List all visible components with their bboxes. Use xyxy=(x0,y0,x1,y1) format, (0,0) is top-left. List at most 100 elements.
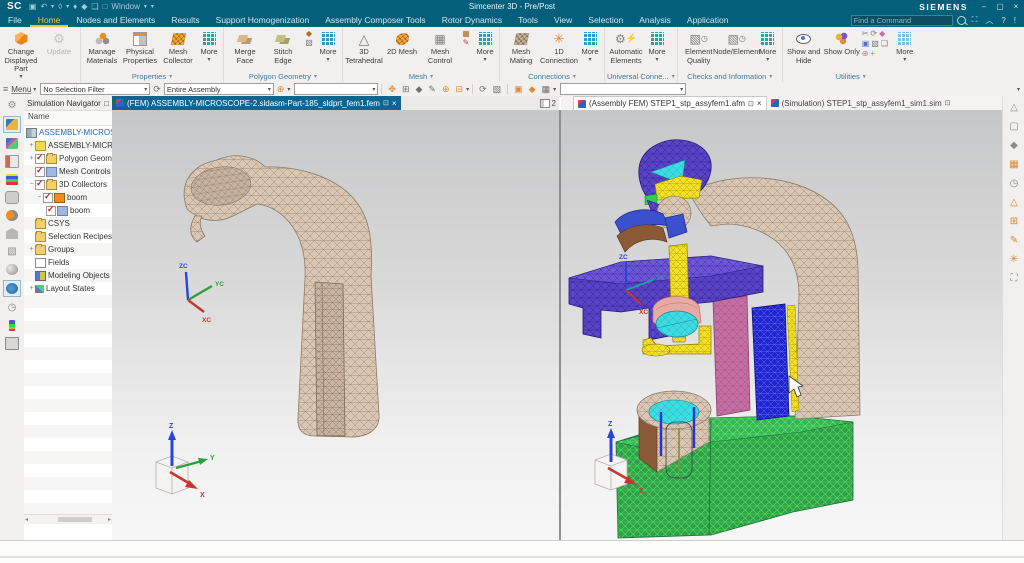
repeat-command-icon[interactable]: ◊ xyxy=(58,3,62,11)
select-handle-icon[interactable]: ✥ xyxy=(385,85,399,94)
dialog-launcher-icon[interactable]: ▾ xyxy=(769,73,772,80)
manage-materials-button[interactable]: Manage Materials xyxy=(83,28,121,65)
navigator-column-header[interactable]: Name xyxy=(24,111,112,126)
show-and-hide-button[interactable]: Show and Hide xyxy=(785,28,823,65)
motion-icon[interactable] xyxy=(4,208,20,223)
checks-more-button[interactable]: More▾ xyxy=(756,28,780,64)
utility-icon-add-arrow[interactable]: + xyxy=(870,50,875,58)
repeat-chevron-icon[interactable]: ▾ xyxy=(66,4,69,10)
select-face-icon[interactable]: ◆ xyxy=(413,85,426,94)
expander-icon[interactable]: − xyxy=(28,181,35,188)
tree-row-root[interactable]: ASSEMBLY-MICROSCO xyxy=(24,126,112,139)
minimize-button[interactable]: – xyxy=(976,0,992,13)
menu-button[interactable]: Menu xyxy=(11,85,31,94)
utility-icon-box[interactable]: ▧ xyxy=(871,40,879,48)
mesh-mating-button[interactable]: Mesh Mating xyxy=(502,28,540,65)
web-browser-icon[interactable] xyxy=(3,280,21,297)
expand-box-icon[interactable]: ⊞ xyxy=(1007,214,1022,228)
merge-face-button[interactable]: Merge Face xyxy=(226,28,264,65)
warning-icon[interactable]: △ xyxy=(1007,100,1022,114)
update-button[interactable]: ⚙ Update xyxy=(40,28,78,57)
tree-row[interactable]: − ✓ boom xyxy=(24,191,112,204)
snap-point-icon[interactable]: ⊕ xyxy=(274,85,288,94)
expander-icon[interactable]: + xyxy=(28,246,35,253)
layer-icon[interactable]: ◆ xyxy=(526,85,539,94)
fem-tab[interactable]: (FEM) ASSEMBLY-MICROSCOPE-2.sldasm-Part-… xyxy=(112,96,401,110)
tree-row[interactable]: + Groups xyxy=(24,243,112,256)
history-icon[interactable]: ◷ xyxy=(4,300,20,315)
3d-tetrahedral-button[interactable]: △ 3D Tetrahedral xyxy=(345,28,383,65)
connections-more-button[interactable]: More▾ xyxy=(578,28,602,64)
tab-view[interactable]: View xyxy=(546,13,580,27)
tree-row[interactable]: Fields xyxy=(24,256,112,269)
customize-icon[interactable] xyxy=(4,336,20,351)
utility-icon-diamond[interactable]: ◆ xyxy=(879,30,885,38)
scroll-left-icon[interactable]: ◂ xyxy=(25,516,28,523)
reuse-library-icon[interactable] xyxy=(4,226,20,241)
orient-view-icon[interactable]: ▧ xyxy=(490,85,505,94)
dialog-launcher-icon[interactable]: ▾ xyxy=(430,73,433,80)
mesh-small-icon-1[interactable]: ▦ xyxy=(462,30,470,38)
search-icon[interactable] xyxy=(957,16,966,25)
polygon-small-icon-1[interactable]: ◆ xyxy=(306,30,312,38)
utility-icon-image[interactable]: ▣ xyxy=(862,40,870,48)
box-icon[interactable]: ▧ xyxy=(4,244,20,259)
window-menu[interactable]: Window xyxy=(111,3,139,11)
tab-close-icon[interactable]: × xyxy=(392,99,397,108)
change-displayed-part-button[interactable]: Change Displayed Part▾ xyxy=(2,28,40,81)
mesh-more-button[interactable]: More▾ xyxy=(473,28,497,64)
tree-row[interactable]: Selection Recipes xyxy=(24,230,112,243)
tab-assembly-composer-tools[interactable]: Assembly Composer Tools xyxy=(317,13,433,27)
help-icon[interactable]: ? xyxy=(999,16,1007,25)
snap-add-icon[interactable]: ⊞ xyxy=(399,85,413,94)
panel-pin-icon[interactable]: □ xyxy=(104,99,109,108)
dialog-launcher-icon[interactable]: ▾ xyxy=(672,73,675,80)
tab-support-homogenization[interactable]: Support Homogenization xyxy=(208,13,318,27)
window-icon[interactable]: □ xyxy=(103,3,108,11)
toolbar-overflow-icon[interactable]: ▾ xyxy=(1017,86,1020,93)
measure-icon[interactable]: ⊕ xyxy=(439,85,453,94)
tree-row[interactable]: CSYS xyxy=(24,217,112,230)
window-chevron-icon[interactable]: ▾ xyxy=(144,4,147,10)
tab-tools[interactable]: Tools xyxy=(510,13,546,27)
utility-icon-copy[interactable]: ❏ xyxy=(881,40,888,48)
assembly-navigator-icon[interactable] xyxy=(4,154,20,169)
close-button[interactable]: × xyxy=(1008,0,1024,13)
fit-view-icon[interactable]: ⛶ xyxy=(1007,271,1022,285)
assembly-fem-tab[interactable]: (Assembly FEM) STEP1_stp_assyfem1.afm ⊡ … xyxy=(573,96,767,110)
dialog-launcher-icon[interactable]: ▾ xyxy=(573,73,576,80)
sphere-icon[interactable] xyxy=(4,262,20,277)
undo-icon[interactable]: ↶ xyxy=(40,3,47,11)
view-triad[interactable]: Z Y X xyxy=(156,423,215,499)
pane-count-indicator[interactable]: 2 xyxy=(540,96,559,110)
physical-properties-button[interactable]: Physical Properties xyxy=(121,28,159,65)
tree-row[interactable]: − ✓ 3D Collectors xyxy=(24,178,112,191)
window-resize-icon[interactable]: ▢ xyxy=(1007,119,1022,133)
scrollbar-thumb[interactable] xyxy=(58,517,92,522)
tree-row[interactable]: Modeling Objects xyxy=(24,269,112,282)
utilities-more-button[interactable]: More▾ xyxy=(893,28,917,64)
checkbox-checked-icon[interactable]: ✓ xyxy=(35,154,45,164)
copy-display-icon[interactable]: ❏ xyxy=(91,3,98,11)
utility-icon-add-node[interactable]: ⊕ xyxy=(862,50,869,58)
tab-close-icon[interactable]: × xyxy=(757,99,762,108)
selection-filter-combo[interactable]: No Selection Filter▾ xyxy=(40,83,150,95)
scroll-right-icon[interactable]: ▸ xyxy=(108,516,111,523)
properties-more-button[interactable]: More▾ xyxy=(197,28,221,64)
tree-row[interactable]: + Layout States xyxy=(24,282,112,295)
horizontal-scrollbar[interactable]: ◂ ▸ xyxy=(24,514,112,524)
selection-scope-combo[interactable]: Entire Assembly▾ xyxy=(164,83,274,95)
hide-eye-icon[interactable]: ◆ xyxy=(1007,138,1022,152)
tab-pin-icon[interactable]: ⊡ xyxy=(748,100,754,108)
tree-row[interactable]: ✓ Mesh Controls xyxy=(24,165,112,178)
automatic-elements-button[interactable]: ⚙⚡ Automatic Elements xyxy=(607,28,645,65)
minimize-ribbon-icon[interactable]: ︿ xyxy=(983,15,995,26)
show-hide-icon[interactable]: ◆ xyxy=(81,3,87,11)
mesh-display-icon[interactable]: △ xyxy=(1007,195,1022,209)
tab-application[interactable]: Application xyxy=(679,13,737,27)
edit-mesh-icon[interactable]: ✎ xyxy=(1007,233,1022,247)
show-mesh-icon[interactable]: ▦ xyxy=(1007,157,1022,171)
utility-icon-cut[interactable]: ✂ xyxy=(862,30,869,38)
show-only-button[interactable]: Show Only xyxy=(823,28,861,57)
move-icon[interactable]: ⊟ xyxy=(453,85,467,94)
